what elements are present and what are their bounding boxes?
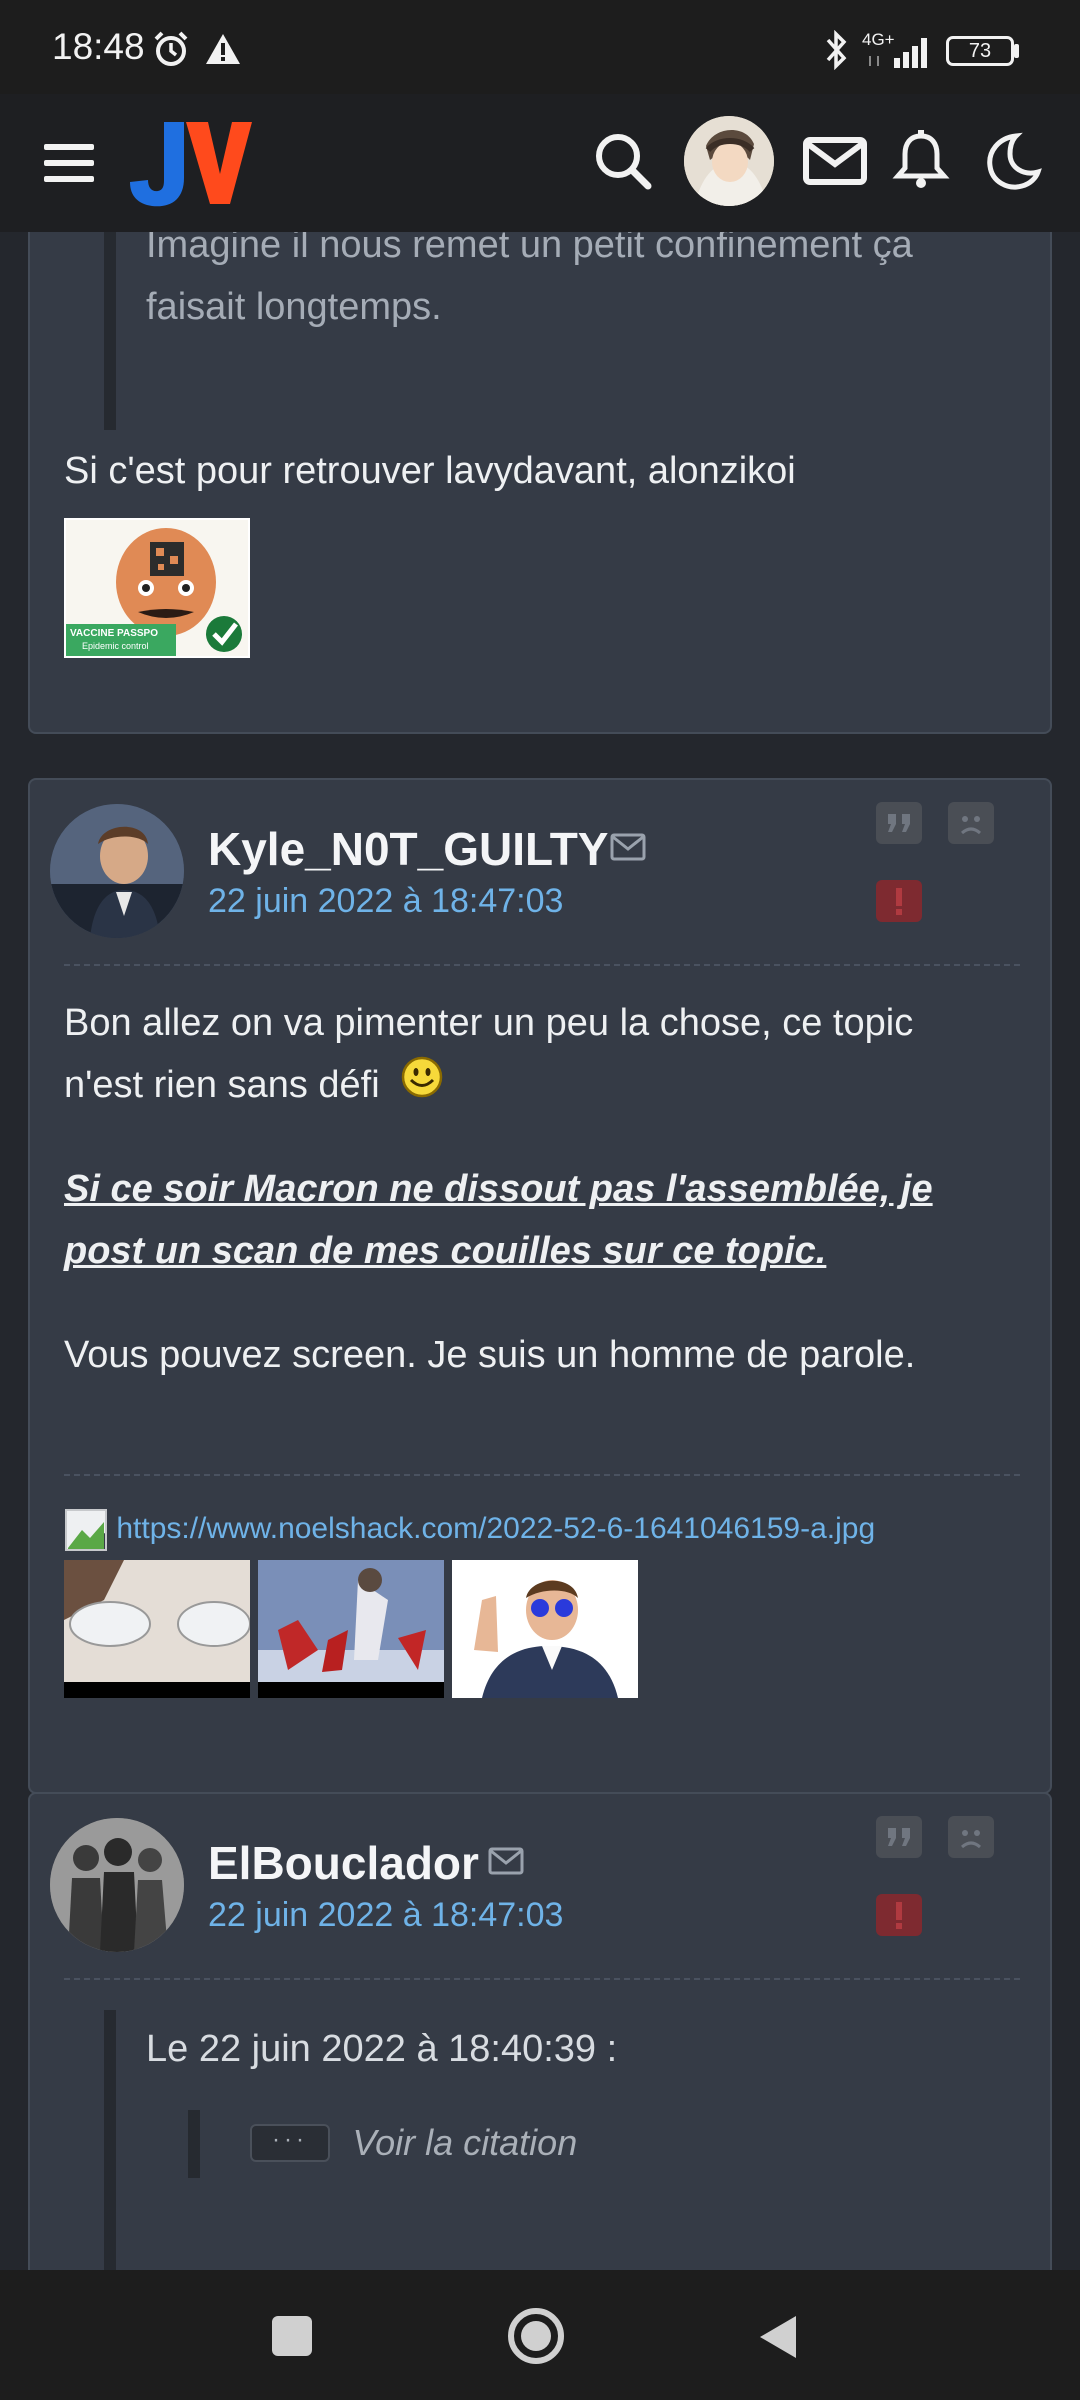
sad-face-icon	[961, 1830, 981, 1849]
quote-bar	[104, 232, 116, 430]
quote-text: Imagine il nous remet un petit confineme…	[146, 232, 1026, 338]
menu-icon[interactable]	[42, 136, 96, 190]
post-divider	[64, 1978, 1020, 1980]
post-card: Kyle_N0T_GUILTY 22 juin 2022 à 18:47:03 …	[28, 778, 1052, 1794]
back-button[interactable]	[756, 2312, 802, 2362]
meme-photo-image	[452, 1560, 638, 1698]
topic-content: Imagine il nous remet un petit confineme…	[0, 232, 1080, 2270]
quote-header: Le 22 juin 2022 à 18:40:39 :	[146, 2028, 618, 2070]
battery-icon: 73	[946, 36, 1014, 66]
sticker-caption-2: Epidemic control	[82, 641, 149, 651]
user-avatar-button[interactable]	[684, 116, 774, 206]
signature-image[interactable]	[452, 1560, 638, 1698]
sad-face-icon	[961, 816, 981, 835]
anime-scene-image	[258, 1560, 444, 1698]
app-header	[0, 94, 1080, 232]
bluetooth-icon	[826, 30, 847, 70]
author-name[interactable]: ElBouclador	[208, 1836, 479, 1890]
quote-button[interactable]	[876, 802, 922, 844]
status-time: 18:48	[52, 26, 145, 67]
quote-bar	[104, 2010, 116, 2270]
signature-link[interactable]: https://www.noelshack.com/2022-52-6-1641…	[116, 1512, 875, 1545]
post-paragraph-emphasis: Si ce soir Macron ne dissout pas l'assem…	[64, 1158, 1024, 1282]
expand-dots-icon: ···	[250, 2124, 330, 2162]
anime-sunglasses-image	[64, 1560, 250, 1698]
pm-icon[interactable]	[610, 832, 646, 862]
broken-image-icon	[65, 1509, 107, 1551]
quote-icon	[888, 1828, 910, 1846]
avatar-photo	[50, 804, 184, 938]
paragraph-line: post un scan de mes couilles sur ce topi…	[64, 1230, 827, 1272]
nested-quote-bar	[188, 2110, 200, 2178]
report-button[interactable]	[876, 880, 922, 922]
avatar-photo	[50, 1818, 184, 1952]
alert-icon	[896, 1902, 902, 1929]
post-divider	[64, 964, 1020, 966]
author-name[interactable]: Kyle_N0T_GUILTY	[208, 822, 608, 876]
quote-line: Imagine il nous remet un petit confineme…	[146, 232, 913, 266]
system-nav-bar	[0, 2270, 1080, 2400]
sticker-caption: VACCINE PASSPO	[70, 628, 158, 639]
post-card: Imagine il nous remet un petit confineme…	[28, 232, 1052, 734]
post-text: Si c'est pour retrouver lavydavant, alon…	[64, 450, 796, 492]
post-date[interactable]: 22 juin 2022 à 18:47:03	[208, 1896, 563, 1935]
jv-logo[interactable]	[128, 112, 254, 212]
post-paragraph: Bon allez on va pimenter un peu la chose…	[64, 992, 1024, 1116]
alarm-icon	[154, 31, 188, 66]
status-bar: 18:48 4G+ 73	[0, 0, 1080, 94]
search-icon[interactable]	[588, 126, 658, 196]
signature-link-row: https://www.noelshack.com/2022-52-6-1641…	[64, 1508, 875, 1552]
alert-icon	[896, 888, 902, 915]
paragraph-line: Bon allez on va pimenter un peu la chose…	[64, 1002, 914, 1044]
bell-icon[interactable]	[886, 126, 956, 196]
dislike-button[interactable]	[948, 802, 994, 844]
battery-tip	[1014, 44, 1019, 58]
paragraph-line-with-smiley: n'est rien sans défi	[64, 1054, 1024, 1116]
warning-icon	[206, 34, 240, 64]
paragraph-line: n'est rien sans défi	[64, 1064, 380, 1106]
battery-level: 73	[968, 40, 992, 62]
signature-divider	[64, 1474, 1020, 1476]
dislike-button[interactable]	[948, 1816, 994, 1858]
recents-button[interactable]	[272, 2316, 312, 2356]
pm-icon[interactable]	[488, 1846, 524, 1876]
mail-icon[interactable]	[800, 126, 870, 196]
smiley-icon	[401, 1056, 443, 1098]
signal-icon	[869, 38, 927, 68]
see-quote-toggle[interactable]: ··· Voir la citation	[250, 2122, 577, 2164]
home-button[interactable]	[506, 2306, 566, 2366]
quote-icon	[888, 814, 910, 832]
report-button[interactable]	[876, 1894, 922, 1936]
post-date[interactable]: 22 juin 2022 à 18:47:03	[208, 882, 563, 921]
quote-line: faisait longtemps.	[146, 286, 442, 328]
sticker-image[interactable]: VACCINE PASSPO Epidemic control	[64, 518, 250, 658]
post-paragraph: Vous pouvez screen. Je suis un homme de …	[64, 1334, 916, 1376]
dark-mode-icon[interactable]	[976, 126, 1046, 196]
author-avatar[interactable]	[50, 1818, 184, 1952]
post-card: ElBouclador 22 juin 2022 à 18:47:03 Le 2…	[28, 1792, 1052, 2270]
avatar-image	[684, 116, 774, 206]
signature-image[interactable]	[64, 1560, 250, 1698]
author-avatar[interactable]	[50, 804, 184, 938]
quote-button[interactable]	[876, 1816, 922, 1858]
paragraph-line: Si ce soir Macron ne dissout pas l'assem…	[64, 1168, 933, 1210]
see-quote-label[interactable]: Voir la citation	[352, 2122, 577, 2163]
signature-image[interactable]	[258, 1560, 444, 1698]
